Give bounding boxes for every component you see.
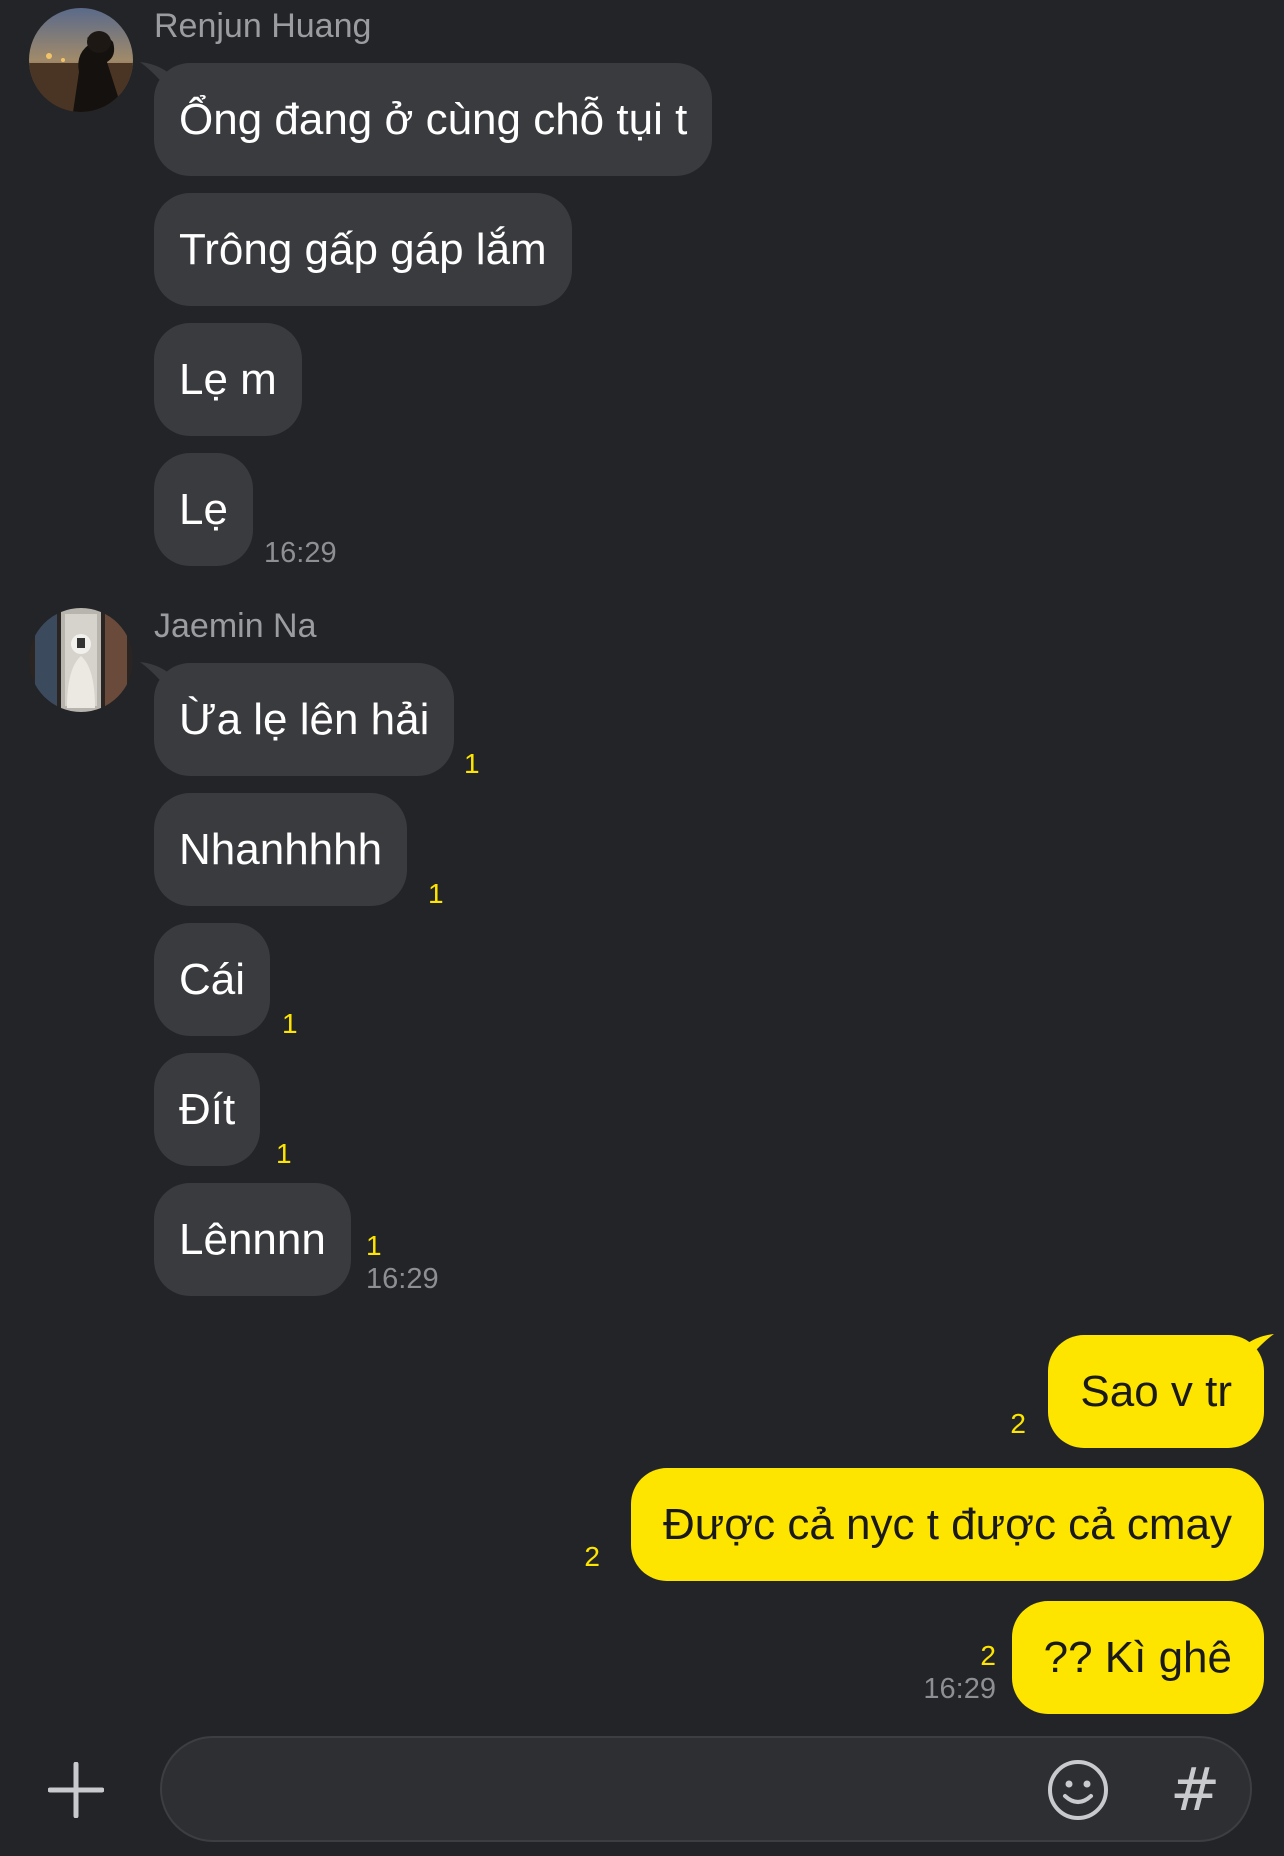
timestamp: 16:29 [264,537,337,569]
my-message-bubble[interactable]: ?? Kì ghê [1011,1601,1264,1714]
message-bubble[interactable]: Ừa lẹ lên hải [154,663,455,776]
message-bubble[interactable]: Ổng đang ở cùng chỗ tụi t [154,63,713,176]
message-bubble[interactable]: Lênnnn [154,1183,351,1296]
avatar-photo-jaemin [29,608,133,712]
avatar-photo-renjun [29,8,133,112]
my-message-bubble[interactable]: Được cả nyc t được cả cmay [631,1468,1264,1581]
plus-icon[interactable] [48,1762,104,1818]
avatar-renjun-huang[interactable] [29,8,133,112]
message-bubble[interactable]: Lẹ m [154,323,302,436]
timestamp: 16:29 [923,1673,996,1705]
unread-count: 1 [428,878,444,909]
message-bubble[interactable]: Nhanhhhh [154,793,408,906]
message-meta: 1 [276,1138,292,1170]
hashtag-button[interactable]: # [1170,1754,1220,1826]
message-meta: 2 [1010,1408,1026,1440]
message-meta: 1 [464,748,480,780]
avatar-jaemin-na[interactable] [29,608,133,712]
unread-count: 1 [464,748,480,779]
smiley-icon[interactable] [1046,1758,1110,1822]
message-bubble[interactable]: Cái [154,923,271,1036]
message-meta: 1 [428,878,444,910]
message-bubble[interactable]: Lẹ [154,453,253,566]
unread-count: 2 [980,1640,996,1671]
message-meta: 2 16:29 [923,1640,996,1706]
timestamp: 16:29 [366,1263,439,1295]
message-meta: 16:29 [264,536,337,570]
sender-name: Renjun Huang [154,7,372,45]
message-meta: 2 [584,1541,600,1573]
unread-count: 1 [276,1138,292,1169]
message-meta: 1 16:29 [366,1230,439,1296]
my-message-bubble[interactable]: Sao v tr [1048,1335,1264,1448]
unread-count: 1 [282,1008,298,1039]
message-bubble[interactable]: Đít [154,1053,261,1166]
message-meta: 1 [282,1008,298,1040]
message-bubble[interactable]: Trông gấp gáp lắm [154,193,572,306]
unread-count: 1 [366,1230,382,1261]
chat-screen: Renjun Huang Ổng đang ở cùng chỗ tụi t T… [0,0,1284,1856]
unread-count: 2 [1010,1408,1026,1439]
unread-count: 2 [584,1541,600,1572]
sender-name: Jaemin Na [154,607,317,645]
